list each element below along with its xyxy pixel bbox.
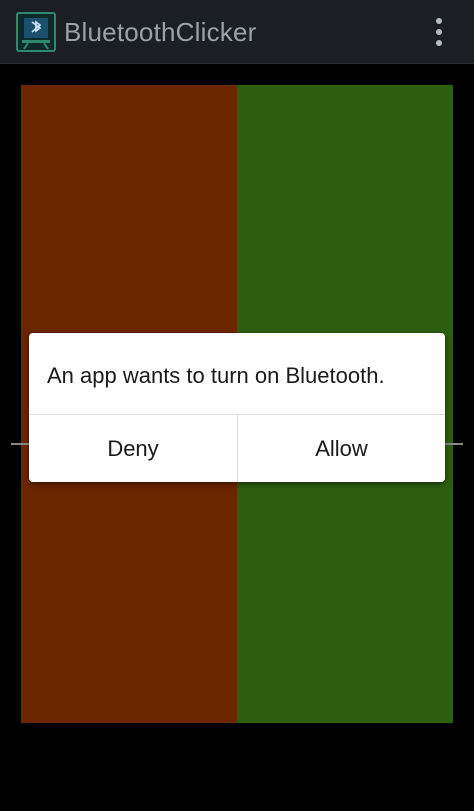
left-divider-line [11, 443, 29, 445]
dialog-message: An app wants to turn on Bluetooth. [47, 363, 385, 388]
bluetooth-permission-dialog: An app wants to turn on Bluetooth. Deny … [29, 333, 445, 482]
app-icon [16, 12, 56, 52]
overflow-menu-icon[interactable] [434, 18, 444, 48]
screen: BluetoothClicker An app wants to turn on… [0, 0, 474, 811]
action-bar: BluetoothClicker [0, 0, 474, 64]
allow-button[interactable]: Allow [237, 415, 445, 482]
right-divider-line [445, 443, 463, 445]
deny-button[interactable]: Deny [29, 415, 237, 482]
app-title: BluetoothClicker [64, 17, 257, 47]
